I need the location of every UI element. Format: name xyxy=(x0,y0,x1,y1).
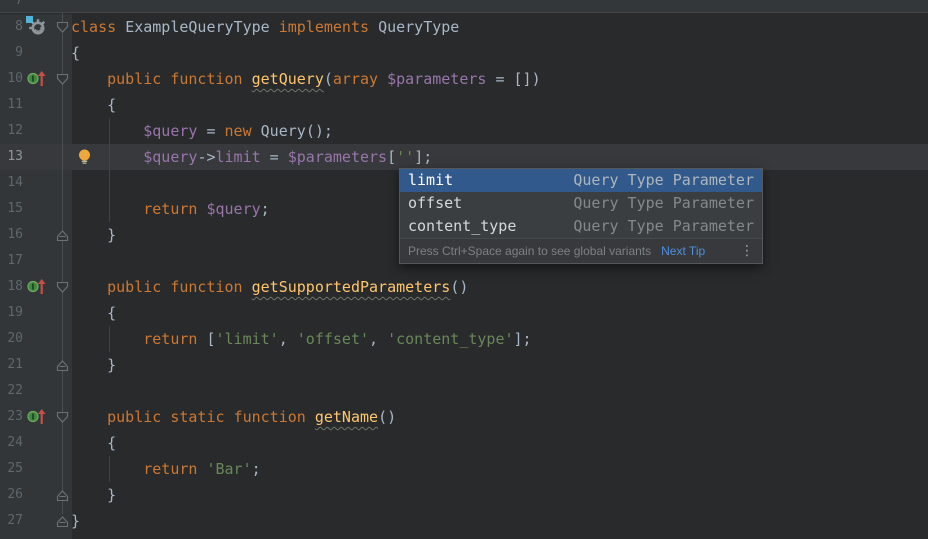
code-line[interactable]: return ['limit', 'offset', 'content_type… xyxy=(71,326,532,352)
code-line[interactable]: } xyxy=(71,508,80,534)
line-number[interactable]: 19 xyxy=(0,300,23,326)
code-line[interactable]: return $query; xyxy=(71,196,270,222)
line-number[interactable]: 18 xyxy=(0,274,23,300)
more-options-icon[interactable]: ⋮ xyxy=(740,243,754,259)
completion-item-label: offset xyxy=(408,192,573,215)
code-line[interactable]: { xyxy=(71,92,116,118)
code-line[interactable]: class ExampleQueryType implements QueryT… xyxy=(71,14,459,40)
line-number[interactable]: 23 xyxy=(0,404,23,430)
fold-collapse-icon[interactable] xyxy=(56,20,69,33)
completion-popup-footer: Press Ctrl+Space again to see global var… xyxy=(400,238,762,263)
line-number[interactable]: 15 xyxy=(0,196,23,222)
fold-collapse-icon[interactable] xyxy=(56,72,69,85)
fold-collapse-icon[interactable] xyxy=(56,410,69,423)
code-line[interactable]: $query = new Query(); xyxy=(71,118,333,144)
gear-icon[interactable] xyxy=(26,16,47,41)
code-line[interactable]: { xyxy=(71,40,80,66)
top-partial-line-strip: 7 xyxy=(0,0,928,13)
code-editor: 7 89101112131415161718192021222324252627… xyxy=(0,0,928,539)
line-number[interactable]: 24 xyxy=(0,430,23,456)
line-number[interactable]: 16 xyxy=(0,222,23,248)
code-line[interactable]: $query->limit = $parameters['']; xyxy=(71,144,432,170)
line-number[interactable]: 13 xyxy=(0,144,23,170)
code-line[interactable]: public function getSupportedParameters() xyxy=(71,274,468,300)
completion-item-content_type[interactable]: content_typeQuery Type Parameter xyxy=(400,215,762,238)
fold-end-icon[interactable] xyxy=(56,514,69,527)
completion-item-type: Query Type Parameter xyxy=(573,192,754,215)
code-line[interactable]: public static function getName() xyxy=(71,404,396,430)
line-number[interactable]: 27 xyxy=(0,508,23,534)
line-number[interactable]: 7 xyxy=(0,0,23,13)
code-line[interactable]: public function getQuery(array $paramete… xyxy=(71,66,541,92)
line-number[interactable]: 26 xyxy=(0,482,23,508)
line-number[interactable]: 11 xyxy=(0,92,23,118)
completion-popup: limitQuery Type ParameteroffsetQuery Typ… xyxy=(399,168,763,264)
completion-item-type: Query Type Parameter xyxy=(573,169,754,192)
implements-method-icon[interactable] xyxy=(27,408,47,429)
completion-item-label: limit xyxy=(408,169,573,192)
completion-item-label: content_type xyxy=(408,215,573,238)
completion-item-limit[interactable]: limitQuery Type Parameter xyxy=(400,169,762,192)
line-number[interactable]: 25 xyxy=(0,456,23,482)
implements-method-icon[interactable] xyxy=(27,70,47,91)
code-line[interactable]: { xyxy=(71,430,116,456)
code-line[interactable]: } xyxy=(71,222,116,248)
line-number[interactable]: 10 xyxy=(0,66,23,92)
code-line[interactable]: } xyxy=(71,352,116,378)
line-number[interactable]: 17 xyxy=(0,248,23,274)
line-number[interactable]: 20 xyxy=(0,326,23,352)
line-number[interactable]: 8 xyxy=(0,14,23,40)
completion-hint-text: Press Ctrl+Space again to see global var… xyxy=(408,244,651,258)
code-line[interactable]: { xyxy=(71,300,116,326)
code-line[interactable]: return 'Bar'; xyxy=(71,456,261,482)
fold-collapse-icon[interactable] xyxy=(56,280,69,293)
line-number[interactable]: 12 xyxy=(0,118,23,144)
completion-item-type: Query Type Parameter xyxy=(573,215,754,238)
line-number[interactable]: 22 xyxy=(0,378,23,404)
line-number[interactable]: 9 xyxy=(0,40,23,66)
code-line[interactable]: } xyxy=(71,482,116,508)
next-tip-link[interactable]: Next Tip xyxy=(661,244,705,258)
fold-end-icon[interactable] xyxy=(56,488,69,501)
fold-end-icon[interactable] xyxy=(56,358,69,371)
line-number[interactable]: 14 xyxy=(0,170,23,196)
fold-end-icon[interactable] xyxy=(56,228,69,241)
completion-item-offset[interactable]: offsetQuery Type Parameter xyxy=(400,192,762,215)
implements-method-icon[interactable] xyxy=(27,278,47,299)
line-number[interactable]: 21 xyxy=(0,352,23,378)
